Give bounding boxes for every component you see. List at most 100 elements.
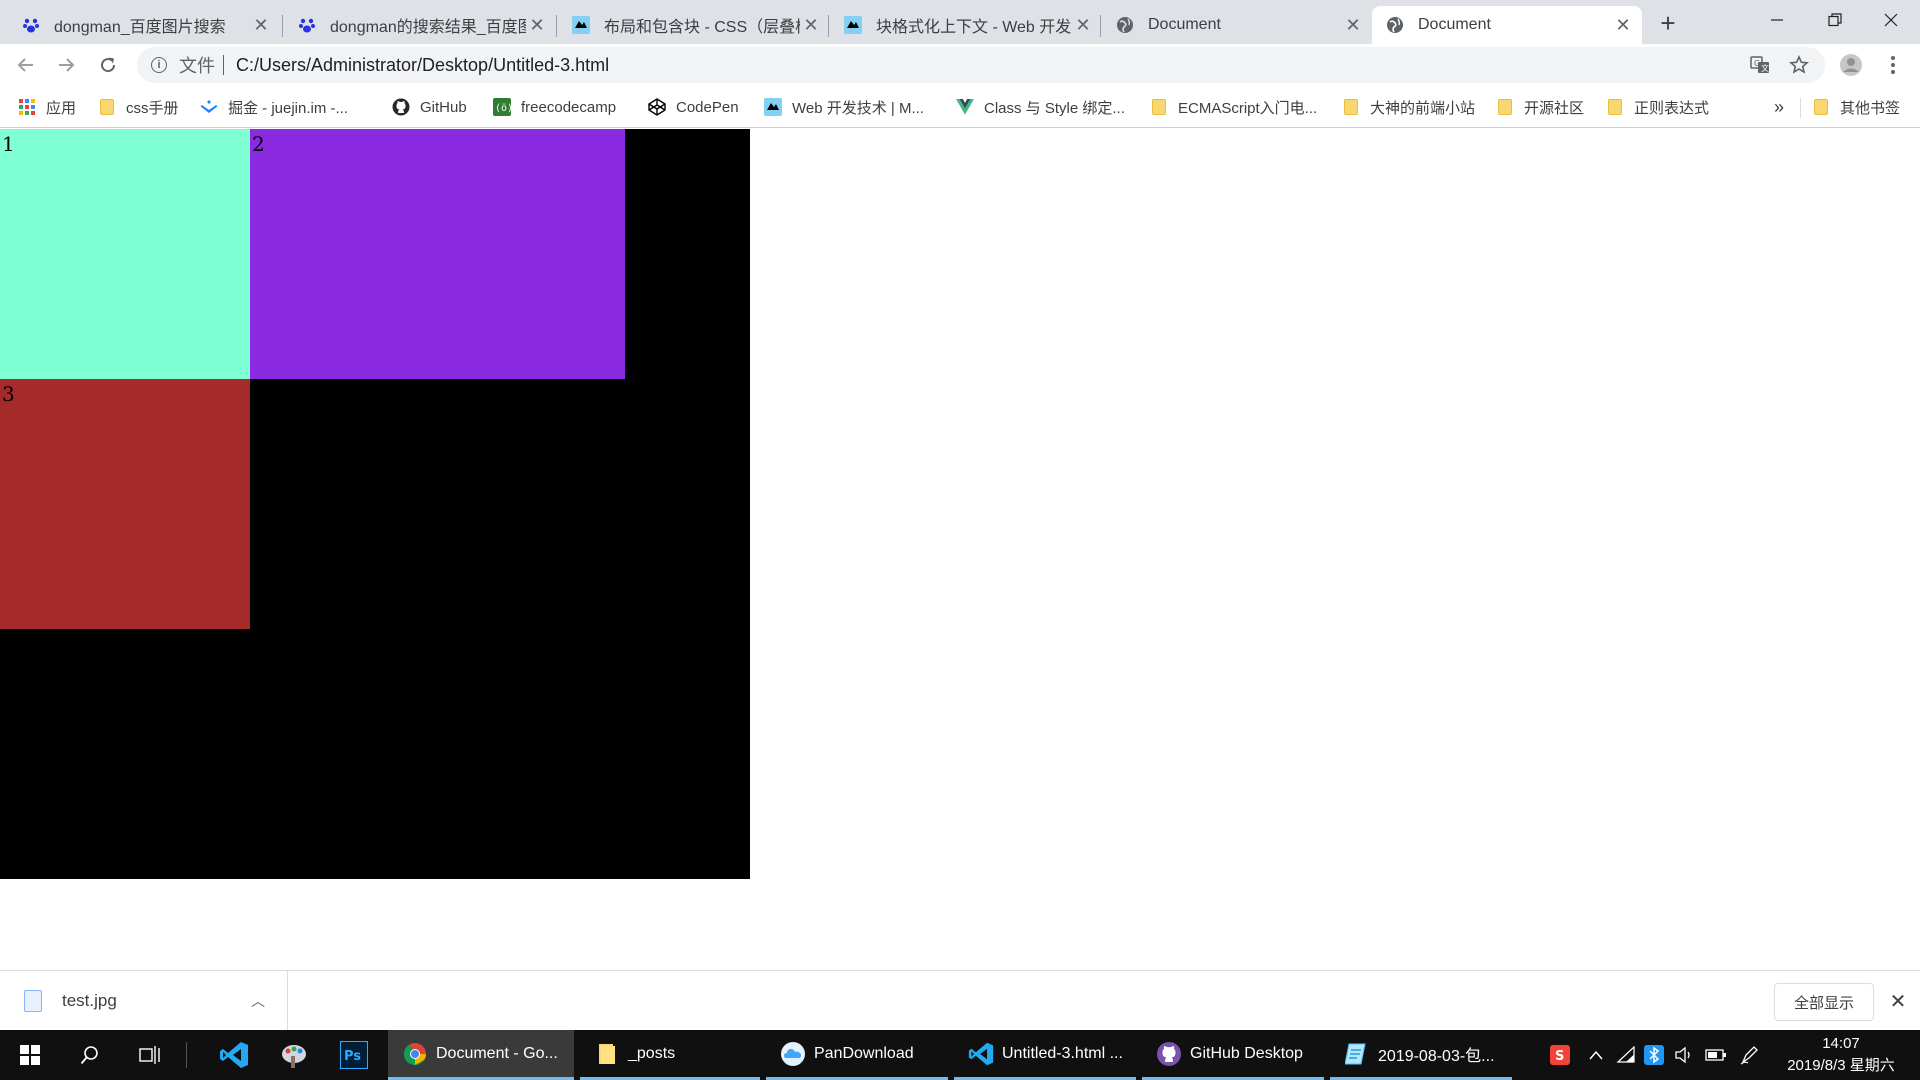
clock-time: 14:07 [1822, 1035, 1860, 1052]
tab-5[interactable]: Document ✕ [1102, 6, 1372, 44]
taskbar-app-label: PanDownload [814, 1044, 914, 1062]
clock-date: 2019/8/3 星期六 [1787, 1057, 1895, 1074]
grid-container: 1 2 3 [0, 129, 750, 879]
vue-icon [956, 98, 974, 116]
bookmark-codepen[interactable]: CodePen [648, 94, 739, 120]
pen-ink-icon[interactable] [1738, 1043, 1762, 1067]
paint-app-icon[interactable] [266, 1030, 322, 1080]
profile-avatar-icon[interactable] [1836, 50, 1866, 80]
url-input[interactable] [234, 53, 1534, 77]
svg-text:(ö): (ö) [495, 103, 511, 114]
taskbar-app-explorer[interactable]: _posts [580, 1030, 760, 1080]
close-tab-icon[interactable]: ✕ [1072, 14, 1094, 36]
folder-icon [1496, 98, 1514, 116]
wifi-icon[interactable] [1614, 1043, 1638, 1067]
bookmark-vue-class-style[interactable]: Class 与 Style 绑定... [956, 94, 1125, 120]
windows-start-icon[interactable] [2, 1030, 58, 1080]
tab-title: Document [1148, 16, 1221, 33]
svg-text:文: 文 [1761, 63, 1769, 73]
chevron-up-icon[interactable]: ︿ [251, 991, 265, 1011]
grid-item-2: 2 [250, 129, 625, 379]
tab-1[interactable]: dongman_百度图片搜索 ✕ [8, 6, 280, 44]
show-all-downloads-button[interactable]: 全部显示 [1774, 983, 1874, 1021]
tab-6-active[interactable]: Document ✕ [1372, 6, 1642, 44]
minimize-button[interactable] [1748, 0, 1806, 40]
windows-taskbar: Ps Document - Go... _posts PanDownload U… [0, 1030, 1920, 1080]
typora-icon [1344, 1041, 1370, 1067]
tab-3[interactable]: 布局和包含块 - CSS（层叠样 ✕ [558, 6, 830, 44]
close-tab-icon[interactable]: ✕ [1342, 14, 1364, 36]
task-view-icon[interactable] [122, 1030, 178, 1080]
forward-button[interactable] [50, 49, 82, 81]
close-shelf-icon[interactable]: ✕ [1884, 987, 1912, 1015]
bookmark-star-icon[interactable] [1784, 50, 1814, 80]
chevron-up-icon[interactable] [1584, 1043, 1608, 1067]
taskbar-app-pandownload[interactable]: PanDownload [766, 1030, 948, 1080]
bookmark-label: 开源社区 [1524, 99, 1585, 117]
info-icon[interactable]: i [151, 57, 167, 73]
taskbar-app-label: 2019-08-03-包... [1378, 1047, 1495, 1065]
close-tab-icon[interactable]: ✕ [1612, 14, 1634, 36]
bookmark-github[interactable]: GitHub [392, 94, 467, 120]
close-tab-icon[interactable]: ✕ [800, 14, 822, 36]
codepen-icon [648, 98, 666, 116]
volume-icon[interactable] [1672, 1043, 1696, 1067]
reload-button[interactable] [92, 49, 124, 81]
apps-grid-icon [18, 98, 36, 116]
bookmarks-bar: 应用 css手册 掘金 - juejin.im -... GitHub (ö) … [0, 86, 1920, 128]
tab-title: 块格式化上下文 - Web 开发 [876, 19, 1072, 36]
taskbar-app-vscode[interactable]: Untitled-3.html ... [954, 1030, 1136, 1080]
taskbar-app-typora[interactable]: 2019-08-03-包... [1330, 1030, 1512, 1080]
taskbar-app-label: _posts [628, 1044, 676, 1062]
bookmark-juejin[interactable]: 掘金 - juejin.im -... [200, 94, 348, 120]
juejin-icon [200, 98, 218, 116]
new-tab-button[interactable]: + [1653, 8, 1683, 38]
bookmark-regex[interactable]: 正则表达式 [1606, 94, 1709, 120]
download-item[interactable]: test.jpg ︿ [0, 971, 288, 1031]
restore-button[interactable] [1806, 0, 1864, 40]
bluetooth-app-icon[interactable] [1642, 1043, 1666, 1067]
bookmark-label: Web 开发技术 | M... [792, 99, 924, 117]
system-clock[interactable]: 14:07 2019/8/3 星期六 [1776, 1033, 1906, 1077]
folder-icon [1812, 98, 1830, 116]
omnibox-divider [223, 55, 224, 75]
translate-icon[interactable]: G文 [1745, 50, 1775, 80]
page-viewport: 1 2 3 [0, 129, 1920, 970]
close-tab-icon[interactable]: ✕ [250, 14, 272, 36]
close-window-button[interactable] [1862, 0, 1920, 40]
bookmark-label: css手册 [126, 99, 179, 117]
battery-icon[interactable] [1704, 1043, 1728, 1067]
bookmarks-overflow-chevron-icon[interactable]: » [1774, 94, 1784, 120]
taskbar-app-label: Untitled-3.html ... [1002, 1044, 1123, 1062]
bookmark-opensource[interactable]: 开源社区 [1496, 94, 1584, 120]
bookmark-frontend-site[interactable]: 大神的前端小站 [1342, 94, 1475, 120]
bookmark-label: 大神的前端小站 [1370, 99, 1476, 117]
svg-text:Ps: Ps [344, 1049, 361, 1064]
close-tab-icon[interactable]: ✕ [526, 14, 548, 36]
photoshop-icon[interactable]: Ps [326, 1030, 382, 1080]
search-icon[interactable] [62, 1030, 118, 1080]
folder-icon [1342, 98, 1360, 116]
vscode-pinned-icon[interactable] [206, 1030, 262, 1080]
github-icon [392, 98, 410, 116]
back-button[interactable] [10, 49, 42, 81]
bookmark-label: 正则表达式 [1634, 99, 1710, 117]
bookmark-freecodecamp[interactable]: (ö) freecodecamp [493, 94, 616, 120]
taskbar-app-chrome[interactable]: Document - Go... [388, 1030, 574, 1080]
bookmark-css-manual[interactable]: css手册 [98, 94, 179, 120]
taskbar-app-github-desktop[interactable]: GitHub Desktop [1142, 1030, 1324, 1080]
address-bar[interactable]: i 文件 G文 [137, 47, 1825, 83]
bookmark-mdn[interactable]: Web 开发技术 | M... [764, 94, 924, 120]
baidu-paw-icon [298, 16, 316, 34]
tab-2[interactable]: dongman的搜索结果_百度图 ✕ [284, 6, 556, 44]
tab-4[interactable]: 块格式化上下文 - Web 开发 ✕ [830, 6, 1102, 44]
grid-item-label: 2 [252, 132, 265, 156]
tab-title: 布局和包含块 - CSS（层叠样 [604, 19, 800, 36]
sogou-ime-icon[interactable]: S [1548, 1043, 1572, 1067]
mdn-icon [844, 16, 862, 34]
bookmark-label: ECMAScript入门电... [1178, 99, 1318, 117]
bookmark-other[interactable]: 其他书签 [1812, 94, 1900, 120]
menu-kebab-icon[interactable] [1878, 50, 1908, 80]
bookmark-apps[interactable]: 应用 [18, 94, 76, 120]
bookmark-ecmascript[interactable]: ECMAScript入门电... [1150, 94, 1317, 120]
